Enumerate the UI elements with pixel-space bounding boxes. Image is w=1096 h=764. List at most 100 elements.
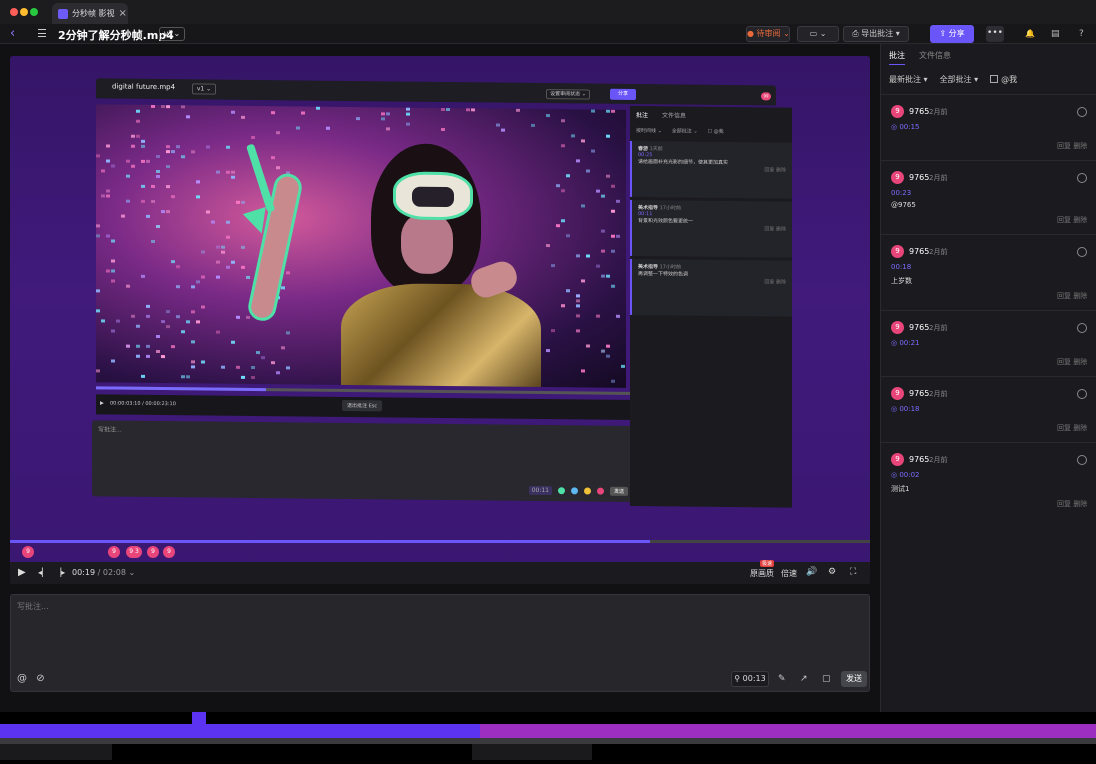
comment-actions[interactable]: 回复 删除 — [1057, 141, 1087, 151]
more-button[interactable]: ••• — [986, 26, 1004, 42]
comment-card[interactable]: 9 9765 2月前 ◎ 00:21 回复 删除 — [881, 310, 1096, 376]
settings-icon[interactable]: ⚙ — [828, 567, 836, 577]
comment-timestamp-link[interactable]: ◎ 00:18 — [891, 405, 920, 413]
code-glyph — [616, 234, 620, 238]
code-glyph — [216, 245, 220, 249]
comment-actions[interactable]: 回复 删除 — [1057, 423, 1087, 433]
version-select[interactable]: v2⌄ — [159, 27, 185, 41]
video-player[interactable]: digital future.mp4 v1 ⌄ 设置审阅状态 ⌄ 分享 99 ▶… — [10, 56, 870, 584]
draw-arrow-icon[interactable]: ↗ — [800, 674, 808, 684]
share-button[interactable]: ⇪ 分享 — [930, 25, 974, 43]
comment-time: 2月前 — [929, 390, 948, 398]
resolve-circle-icon[interactable] — [1077, 389, 1087, 399]
comment-actions[interactable]: 回复 删除 — [1057, 215, 1087, 225]
timeline-marker[interactable]: 9 — [108, 546, 120, 558]
comment-timestamp-link[interactable]: 00:18 — [891, 263, 911, 271]
code-glyph — [111, 239, 115, 243]
bell-icon[interactable]: 🔔 — [1025, 29, 1035, 38]
comment-timestamp-link[interactable]: ◎ 00:02 — [891, 471, 920, 479]
comment-card[interactable]: 9 9765 2月前 ◎ 00:02 测试1 回复 删除 — [881, 442, 1096, 516]
current-time: 00:19 — [72, 568, 96, 577]
code-glyph — [286, 271, 290, 275]
code-glyph — [136, 354, 140, 358]
filter-all[interactable]: 全部批注 ▾ — [940, 74, 979, 85]
browser-tab[interactable]: 分秒帧 影视 × — [52, 3, 128, 24]
code-glyph — [576, 159, 580, 163]
code-glyph — [221, 245, 225, 249]
export-comments-button[interactable]: ⎙ 导出批注 ▾ — [843, 26, 909, 42]
attach-icon[interactable]: ⊘ — [36, 673, 44, 684]
window-zoom-dot[interactable] — [30, 8, 38, 16]
comment-actions[interactable]: 回复 删除 — [1057, 357, 1087, 367]
code-glyph — [161, 210, 165, 214]
resolve-circle-icon[interactable] — [1077, 107, 1087, 117]
inner-controls: ▶ 00:00:03:10 / 00:00:23:10 退出批注 Esc — [96, 394, 636, 421]
inner-card-actions: 回复 删除 — [764, 167, 786, 174]
mention-icon[interactable]: @ — [17, 673, 27, 684]
timeline-marker[interactable]: 9 — [163, 546, 175, 558]
video-scrubber[interactable] — [10, 540, 870, 543]
comment-card[interactable]: 9 9765 2月前 00:18 上岁数 回复 删除 — [881, 234, 1096, 310]
volume-icon[interactable]: 🔊 — [806, 567, 817, 577]
prev-frame-icon[interactable]: ◂▏ — [38, 568, 48, 577]
code-glyph — [96, 309, 100, 313]
code-glyph — [571, 134, 575, 138]
draw-rect-icon[interactable]: ▢ — [822, 674, 831, 684]
tab-close-icon[interactable]: × — [119, 8, 127, 19]
code-glyph — [586, 169, 590, 173]
quality-select[interactable]: 原画质 — [750, 568, 774, 579]
checkbox-icon[interactable] — [990, 75, 999, 83]
code-glyph — [546, 114, 550, 118]
code-glyph — [271, 156, 275, 160]
comment-card[interactable]: 9 9765 2月前 ◎ 00:18 回复 删除 — [881, 376, 1096, 442]
draw-pen-icon[interactable]: ✎ — [778, 674, 786, 684]
filter-latest[interactable]: 最新批注 ▾ — [889, 74, 928, 85]
next-frame-icon[interactable]: ▕▸ — [55, 568, 65, 577]
comment-timestamp-link[interactable]: ◎ 00:15 — [891, 123, 920, 131]
code-glyph — [196, 320, 200, 324]
tab-comments[interactable]: 批注 — [889, 50, 905, 65]
comment-timestamp-link[interactable]: ◎ 00:21 — [891, 339, 920, 347]
tab-file-info[interactable]: 文件信息 — [919, 50, 951, 65]
code-glyph — [106, 189, 110, 193]
fullscreen-icon[interactable]: ⛶ — [850, 567, 856, 577]
total-time[interactable]: / 02:08 ⌄ — [98, 568, 136, 577]
comment-body: 测试1 — [891, 485, 910, 493]
comment-actions[interactable]: 回复 删除 — [1057, 291, 1087, 301]
code-glyph — [141, 159, 145, 163]
play-icon[interactable]: ▶ — [18, 567, 26, 578]
back-icon[interactable]: ‹ — [10, 26, 15, 41]
code-glyph — [111, 269, 115, 273]
comment-card[interactable]: 9 9765 2月前 ◎ 00:15 回复 删除 — [881, 94, 1096, 160]
inner-share-button: 分享 — [610, 88, 636, 101]
inbox-icon[interactable]: ▤ — [1051, 29, 1060, 39]
timeline-marker[interactable]: 9 — [147, 546, 159, 558]
window-minimize-dot[interactable] — [20, 8, 28, 16]
code-glyph — [276, 166, 280, 170]
review-status-select[interactable]: ● 待审阅 ⌄ — [746, 26, 790, 42]
filter-mention-me[interactable]: @我 — [990, 74, 1017, 85]
help-icon[interactable]: ? — [1079, 29, 1084, 39]
view-mode-button[interactable]: ▭ ⌄ — [797, 26, 839, 42]
resolve-circle-icon[interactable] — [1077, 323, 1087, 333]
resolve-circle-icon[interactable] — [1077, 247, 1087, 257]
code-glyph — [136, 134, 140, 138]
comment-timestamp[interactable]: ⚲ 00:13 — [731, 671, 769, 687]
resolve-circle-icon[interactable] — [1077, 455, 1087, 465]
code-glyph — [151, 199, 155, 203]
comment-actions[interactable]: 回复 删除 — [1057, 499, 1087, 509]
resolve-circle-icon[interactable] — [1077, 173, 1087, 183]
send-button[interactable]: 发送 — [841, 671, 867, 687]
timeline-marker[interactable]: 9 — [22, 546, 34, 558]
code-glyph — [156, 169, 160, 174]
code-glyph — [141, 374, 145, 378]
speed-select[interactable]: 倍速 — [781, 568, 797, 579]
comment-box[interactable]: 写批注... @ ⊘ ⚲ 00:13 ✎ ↗ ▢ 发送 — [10, 594, 870, 692]
comment-timestamp-link[interactable]: 00:23 — [891, 189, 911, 197]
list-icon[interactable] — [38, 29, 46, 37]
code-glyph — [191, 310, 195, 314]
code-glyph — [201, 305, 205, 309]
window-close-dot[interactable] — [10, 8, 18, 16]
timeline-marker[interactable]: 9 3 — [126, 546, 142, 558]
comment-card[interactable]: 9 9765 2月前 00:23 @9765 回复 删除 — [881, 160, 1096, 234]
